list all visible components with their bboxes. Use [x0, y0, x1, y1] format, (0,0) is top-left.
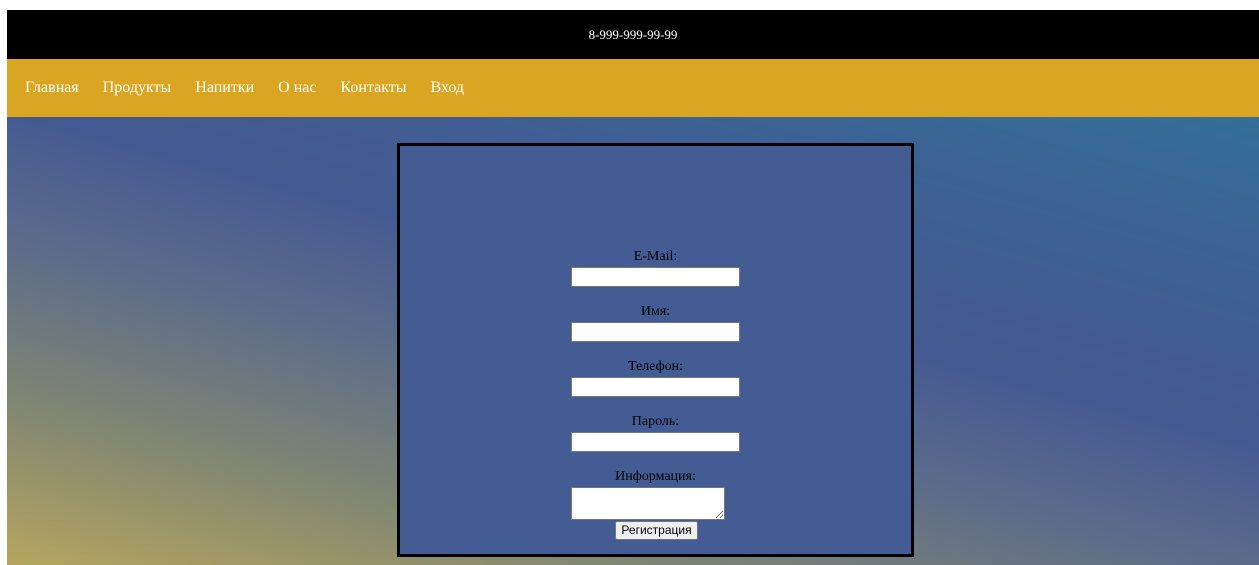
register-button[interactable]: Регистрация [615, 521, 698, 540]
registration-form: E-Mail: Имя: Телефон: Пароль: Информация… [397, 143, 914, 557]
phone-input[interactable] [571, 377, 740, 397]
nav-item-products[interactable]: Продукты [103, 79, 172, 97]
submit-wrap: Регистрация [400, 521, 911, 540]
email-field-group: E-Mail: [400, 249, 911, 287]
nav-item-login[interactable]: Вход [431, 79, 465, 97]
phone-number: 8-999-999-99-99 [588, 26, 678, 42]
top-bar: 8-999-999-99-99 [7, 10, 1259, 59]
info-field-group: Информация: [400, 469, 911, 525]
nav-item-contacts[interactable]: Контакты [341, 79, 407, 97]
name-label: Имя: [640, 304, 671, 319]
email-label: E-Mail: [633, 249, 678, 264]
main-nav: Главная Продукты Напитки О нас Контакты … [7, 59, 1259, 117]
name-input[interactable] [571, 322, 740, 342]
nav-item-about[interactable]: О нас [278, 79, 316, 97]
password-input[interactable] [571, 432, 740, 452]
nav-item-drinks[interactable]: Напитки [195, 79, 254, 97]
password-label: Пароль: [631, 414, 680, 429]
page: 8-999-999-99-99 Главная Продукты Напитки… [7, 10, 1259, 565]
info-textarea[interactable] [571, 487, 725, 520]
name-field-group: Имя: [400, 304, 911, 342]
nav-item-home[interactable]: Главная [25, 79, 79, 97]
password-field-group: Пароль: [400, 414, 911, 452]
phone-label: Телефон: [627, 359, 684, 374]
main-content: E-Mail: Имя: Телефон: Пароль: Информация… [7, 117, 1259, 565]
email-input[interactable] [571, 267, 740, 287]
phone-field-group: Телефон: [400, 359, 911, 397]
info-label: Информация: [615, 469, 696, 484]
